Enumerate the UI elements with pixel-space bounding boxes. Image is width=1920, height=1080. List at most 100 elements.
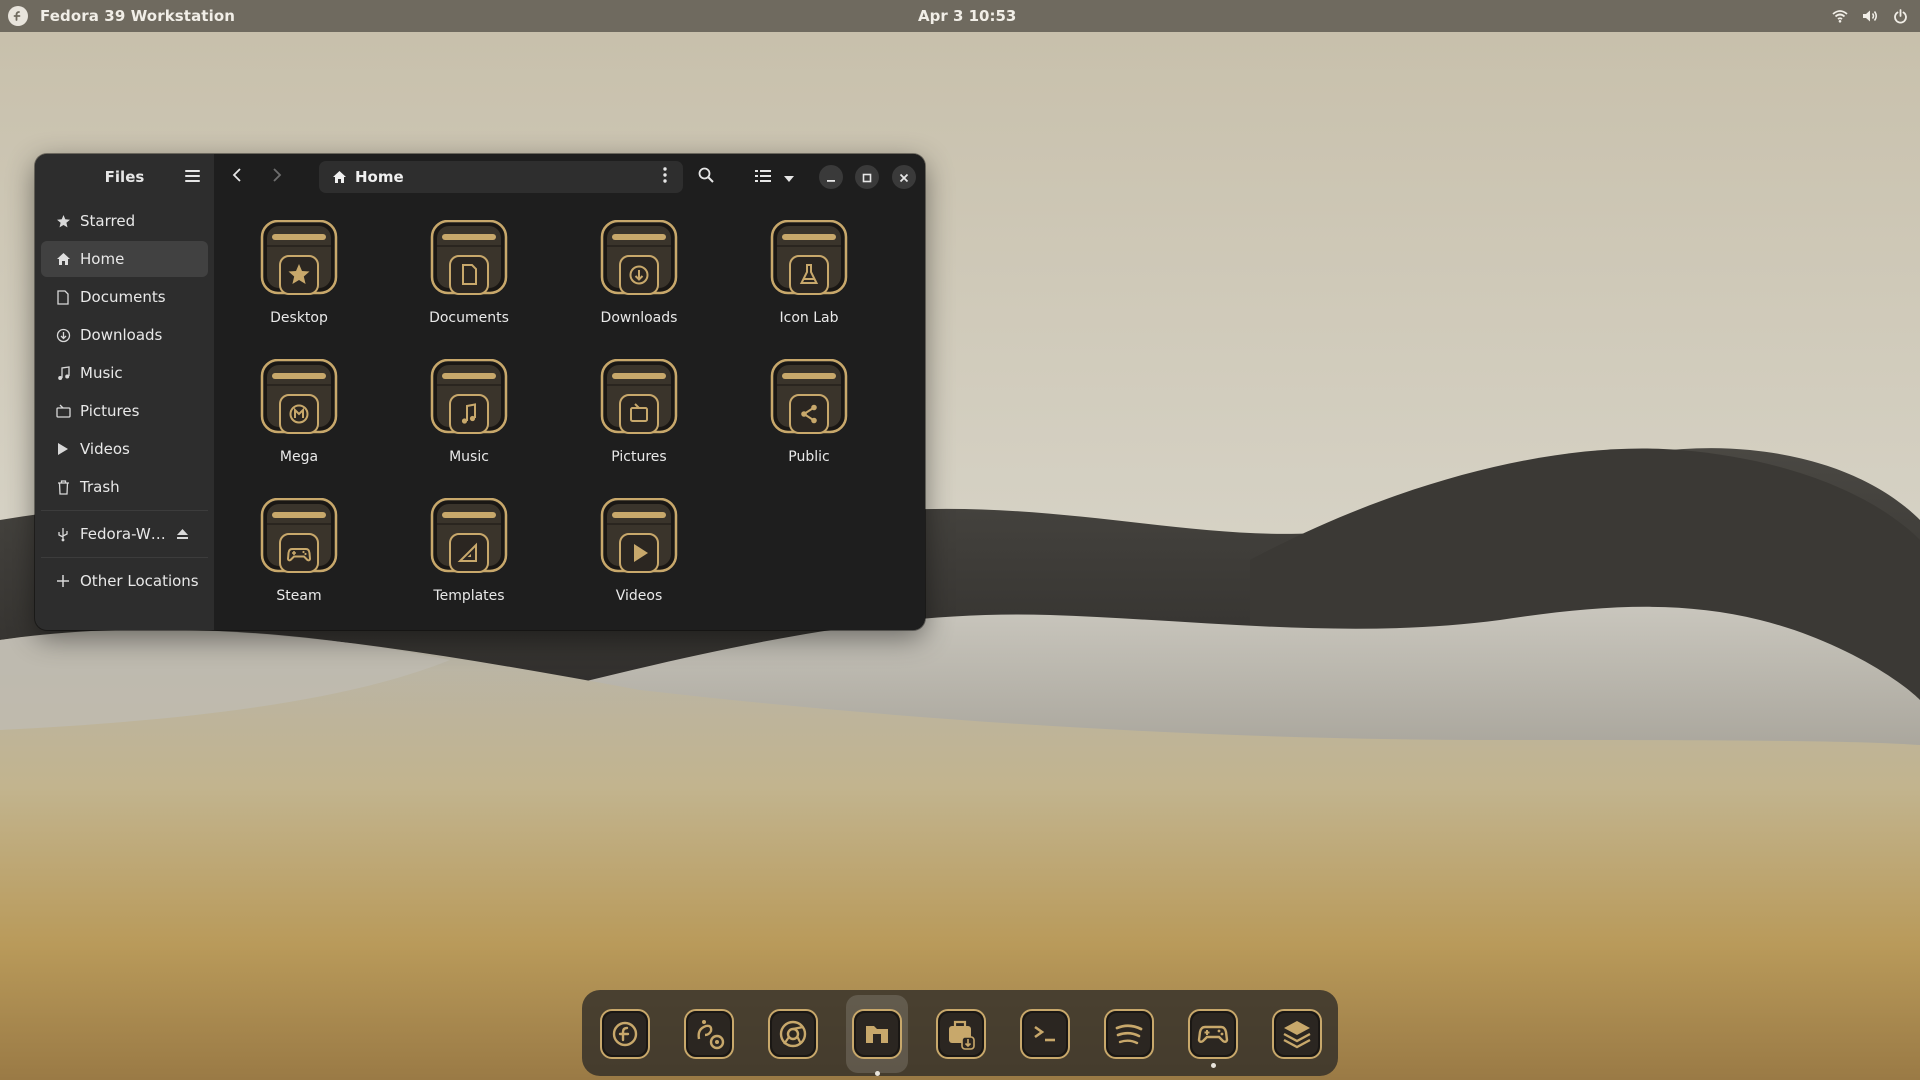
folder-label: Mega xyxy=(279,449,319,465)
chevron-down-icon xyxy=(783,168,795,187)
folder-label: Videos xyxy=(615,588,663,604)
sidebar-item-music[interactable]: Music xyxy=(41,355,208,391)
kebab-icon xyxy=(663,167,667,187)
folder-icon xyxy=(259,497,339,582)
minimize-icon xyxy=(826,168,836,187)
clock[interactable]: Apr 3 10:53 xyxy=(918,7,1016,25)
dock-game-controller-button[interactable] xyxy=(1182,1003,1244,1068)
folder-steam[interactable]: Steam xyxy=(232,497,366,618)
folder-pictures[interactable]: Pictures xyxy=(572,358,706,479)
folder-icon-lab[interactable]: Icon Lab xyxy=(742,219,876,340)
folder-icon xyxy=(769,219,849,304)
sidebar-title: Files xyxy=(104,167,145,186)
sidebar-item-label: Videos xyxy=(80,440,130,458)
volume-icon[interactable] xyxy=(1860,6,1880,26)
play-icon xyxy=(55,441,71,457)
folder-mega[interactable]: Mega xyxy=(232,358,366,479)
sidebar-item-documents[interactable]: Documents xyxy=(41,279,208,315)
wifi-icon[interactable] xyxy=(1830,6,1850,26)
plus-icon xyxy=(55,573,71,589)
content-area: Home Desktop Documents Downloads Icon La… xyxy=(214,154,925,630)
dock-files-button[interactable] xyxy=(846,995,908,1076)
fedora-logo-icon[interactable] xyxy=(8,6,28,26)
sidebar-item-videos[interactable]: Videos xyxy=(41,431,208,467)
dock-spotify-button[interactable] xyxy=(1098,1003,1160,1065)
sidebar-separator xyxy=(41,510,208,511)
document-icon xyxy=(55,289,71,305)
eject-icon[interactable] xyxy=(174,526,190,542)
hamburger-icon xyxy=(184,168,200,186)
chevron-right-icon xyxy=(272,167,282,187)
files-window: Files Starred Home Documents Downloads M… xyxy=(35,154,925,630)
dock-chrome-button[interactable] xyxy=(762,1003,824,1065)
folder-label: Downloads xyxy=(600,310,678,326)
sidebar-item-label: Home xyxy=(80,250,125,268)
forward-button[interactable] xyxy=(264,164,290,190)
folder-icon xyxy=(259,219,339,304)
search-button[interactable] xyxy=(693,164,719,190)
sidebar-item-label: Fedora-W… xyxy=(80,525,166,543)
folder-label: Music xyxy=(449,449,489,465)
chevron-left-icon xyxy=(232,167,242,187)
sidebar-item-drive[interactable]: Fedora-W… xyxy=(41,516,208,552)
path-label: Home xyxy=(355,168,404,186)
main-menu-button[interactable] xyxy=(182,167,202,187)
folder-label: Icon Lab xyxy=(779,310,839,326)
folder-icon xyxy=(599,219,679,304)
sidebar-item-label: Trash xyxy=(80,478,120,496)
music-icon xyxy=(55,365,71,381)
maximize-button[interactable] xyxy=(855,165,879,189)
activities-title[interactable]: Fedora 39 Workstation xyxy=(40,7,235,25)
folder-icon xyxy=(429,219,509,304)
places-list: Starred Home Documents Downloads Music P… xyxy=(35,199,214,605)
list-view-icon xyxy=(755,168,771,187)
view-list-button[interactable] xyxy=(750,164,776,190)
folder-label: Documents xyxy=(429,310,509,326)
maximize-icon xyxy=(862,168,872,187)
dock-gnome-settings-button[interactable] xyxy=(678,1003,740,1065)
dock-layers-button[interactable] xyxy=(1266,1003,1328,1065)
sidebar-item-label: Documents xyxy=(80,288,166,306)
view-options-button[interactable] xyxy=(776,164,802,190)
sidebar-item-trash[interactable]: Trash xyxy=(41,469,208,505)
folder-templates[interactable]: Templates xyxy=(402,497,536,618)
sidebar-header: Files xyxy=(35,154,214,199)
power-icon[interactable] xyxy=(1890,6,1910,26)
folder-label: Pictures xyxy=(611,449,667,465)
folder-label: Desktop xyxy=(270,310,328,326)
running-indicator xyxy=(1211,1063,1216,1068)
system-tray[interactable] xyxy=(1830,6,1910,26)
sidebar-item-label: Pictures xyxy=(80,402,140,420)
usb-icon xyxy=(55,526,71,542)
folder-icon xyxy=(429,497,509,582)
sidebar-item-other-locations[interactable]: Other Locations xyxy=(41,563,208,599)
close-button[interactable] xyxy=(892,165,916,189)
dock-software-install-button[interactable] xyxy=(930,1003,992,1065)
dock xyxy=(582,990,1338,1076)
sidebar-item-label: Music xyxy=(80,364,123,382)
path-menu-button[interactable] xyxy=(655,167,675,187)
header-bar: Home xyxy=(214,154,925,199)
home-icon xyxy=(332,169,348,185)
star-icon xyxy=(55,213,71,229)
sidebar-item-label: Starred xyxy=(80,212,136,230)
dock-fedora-button[interactable] xyxy=(594,1003,656,1065)
folder-icon xyxy=(429,358,509,443)
folder-videos[interactable]: Videos xyxy=(572,497,706,618)
folder-documents[interactable]: Documents xyxy=(402,219,536,340)
sidebar-item-downloads[interactable]: Downloads xyxy=(41,317,208,353)
folder-label: Templates xyxy=(433,588,505,604)
minimize-button[interactable] xyxy=(819,165,843,189)
folder-music[interactable]: Music xyxy=(402,358,536,479)
sidebar-item-pictures[interactable]: Pictures xyxy=(41,393,208,429)
sidebar-item-starred[interactable]: Starred xyxy=(41,203,208,239)
folder-downloads[interactable]: Downloads xyxy=(572,219,706,340)
path-bar[interactable]: Home xyxy=(319,161,683,193)
folder-desktop[interactable]: Desktop xyxy=(232,219,366,340)
sidebar-item-home[interactable]: Home xyxy=(41,241,208,277)
folder-public[interactable]: Public xyxy=(742,358,876,479)
sidebar: Files Starred Home Documents Downloads M… xyxy=(35,154,214,630)
home-icon xyxy=(55,251,71,267)
dock-terminal-button[interactable] xyxy=(1014,1003,1076,1065)
back-button[interactable] xyxy=(224,164,250,190)
